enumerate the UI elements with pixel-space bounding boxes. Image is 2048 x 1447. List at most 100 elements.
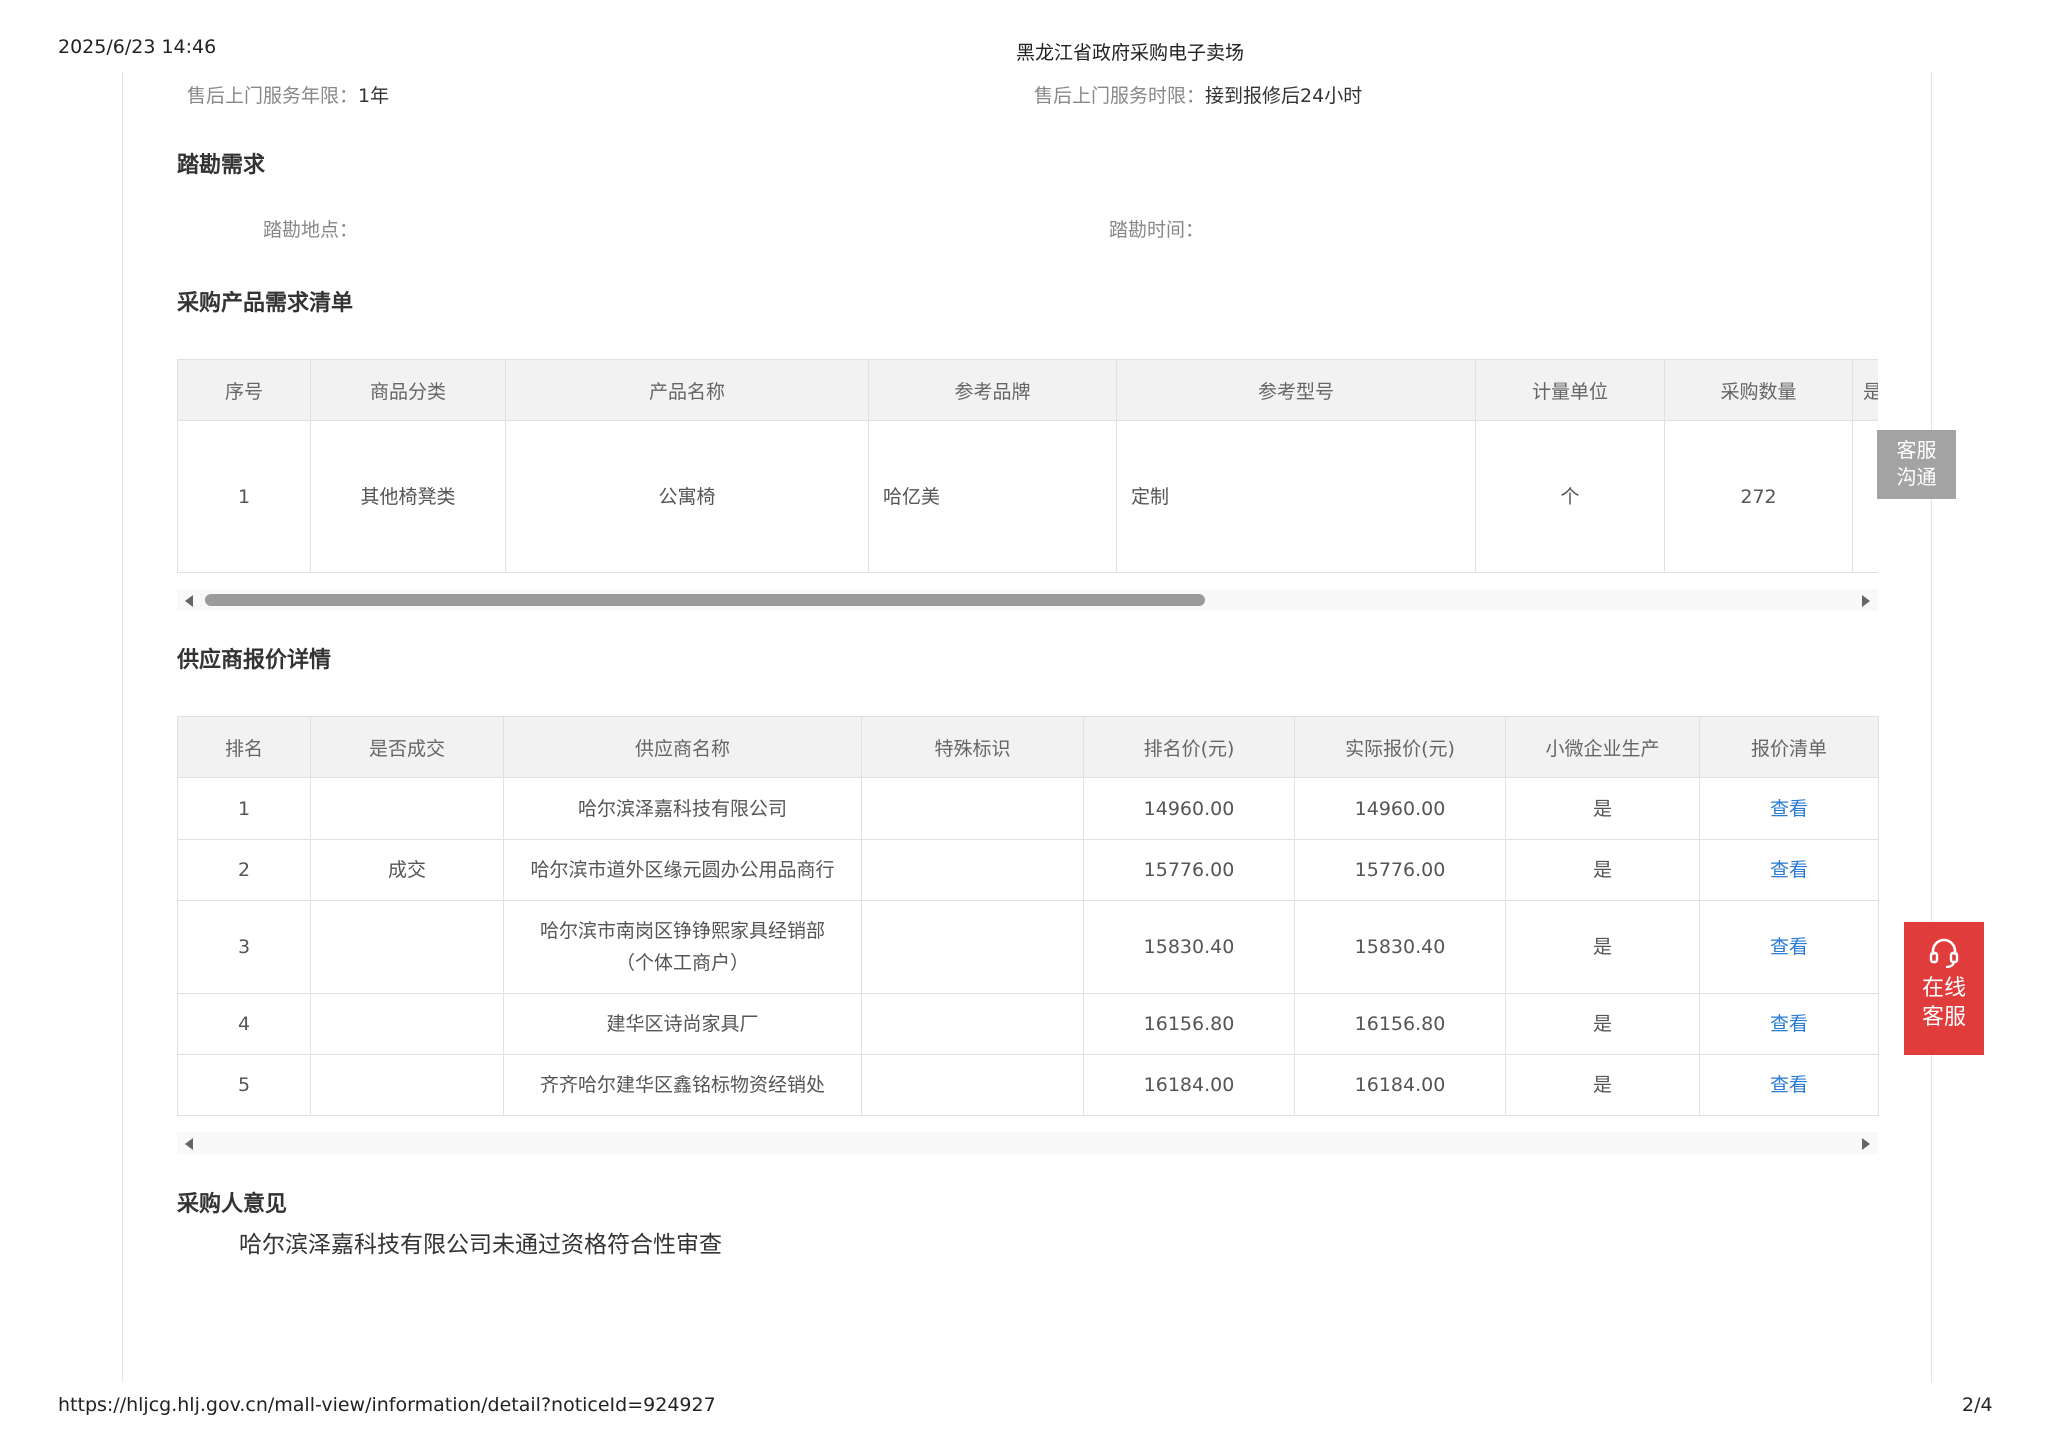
col-header-rank: 排名 bbox=[177, 716, 311, 778]
product-unit: 个 bbox=[1475, 420, 1665, 573]
col-header-product-name: 产品名称 bbox=[505, 359, 869, 421]
product-row: 1 其他椅凳类 公寓椅 哈亿美 定制 个 272 bbox=[177, 420, 1878, 573]
quote-deal bbox=[310, 777, 504, 840]
col-header-brand: 参考品牌 bbox=[868, 359, 1117, 421]
kefu-grey-line2: 沟通 bbox=[1896, 465, 1937, 489]
quote-row: 5 齐齐哈尔建华区鑫铭标物资经销处 16184.00 16184.00 是 查看 bbox=[177, 1054, 1879, 1116]
print-url: https://hljcg.hlj.gov.cn/mall-view/infor… bbox=[58, 1394, 716, 1416]
scroll-right-arrow-icon[interactable] bbox=[1862, 1138, 1870, 1150]
after-sales-years-value: 1年 bbox=[358, 85, 390, 107]
kefu-grey-line1: 客服 bbox=[1896, 438, 1937, 462]
quote-deal bbox=[310, 993, 504, 1055]
product-name: 公寓椅 bbox=[505, 420, 869, 573]
buyer-opinion-text: 哈尔滨泽嘉科技有限公司未通过资格符合性审查 bbox=[239, 1232, 722, 1258]
scroll-left-arrow-icon[interactable] bbox=[185, 1138, 193, 1150]
quote-small-enterprise: 是 bbox=[1505, 993, 1700, 1055]
col-header-special-flag: 特殊标识 bbox=[861, 716, 1084, 778]
product-table-scrollbar[interactable] bbox=[177, 589, 1878, 611]
col-header-model: 参考型号 bbox=[1116, 359, 1476, 421]
after-sales-years-label: 售后上门服务年限： bbox=[187, 85, 359, 107]
view-quote-link[interactable]: 查看 bbox=[1770, 859, 1808, 881]
quote-price: 15776.00 bbox=[1294, 839, 1506, 901]
view-quote-link[interactable]: 查看 bbox=[1770, 798, 1808, 820]
col-header-no: 序号 bbox=[177, 359, 311, 421]
quote-rank-price: 15830.40 bbox=[1083, 900, 1295, 994]
col-header-small-enterprise: 小微企业生产 bbox=[1505, 716, 1700, 778]
after-sales-time-value: 接到报修后24小时 bbox=[1205, 85, 1363, 107]
product-qty: 272 bbox=[1664, 420, 1853, 573]
quote-flag bbox=[861, 900, 1084, 994]
kefu-red-line1: 在线 bbox=[1921, 976, 1966, 1001]
product-truncated-cell bbox=[1852, 420, 1878, 573]
quote-small-enterprise: 是 bbox=[1505, 1054, 1700, 1116]
print-page-number: 2/4 bbox=[1962, 1394, 1993, 1416]
quote-rank: 3 bbox=[177, 900, 311, 994]
quote-row: 2 成交 哈尔滨市道外区缘元圆办公用品商行 15776.00 15776.00 … bbox=[177, 839, 1879, 901]
product-list-section-title: 采购产品需求清单 bbox=[177, 291, 354, 316]
quote-rank-price: 15776.00 bbox=[1083, 839, 1295, 901]
survey-location-label: 踏勘地点： bbox=[263, 219, 359, 241]
quote-rank: 4 bbox=[177, 993, 311, 1055]
quote-list-cell: 查看 bbox=[1699, 839, 1879, 901]
scroll-right-arrow-icon[interactable] bbox=[1862, 595, 1870, 607]
quote-list-cell: 查看 bbox=[1699, 900, 1879, 994]
quote-flag bbox=[861, 777, 1084, 840]
quote-supplier: 哈尔滨市南岗区铮铮熙家具经销部 （个体工商户） bbox=[503, 900, 862, 994]
scrollbar-thumb[interactable] bbox=[205, 594, 1205, 606]
product-model: 定制 bbox=[1116, 420, 1476, 573]
quote-list-cell: 查看 bbox=[1699, 1054, 1879, 1116]
quote-flag bbox=[861, 839, 1084, 901]
product-table-header-row: 序号 商品分类 产品名称 参考品牌 参考型号 计量单位 采购数量 是 bbox=[177, 359, 1878, 421]
quote-price: 16156.80 bbox=[1294, 993, 1506, 1055]
quotes-table-viewport: 排名 是否成交 供应商名称 特殊标识 排名价(元) 实际报价(元) 小微企业生产… bbox=[177, 716, 1880, 1116]
quote-rank: 1 bbox=[177, 777, 311, 840]
quote-small-enterprise: 是 bbox=[1505, 839, 1700, 901]
quote-price: 15830.40 bbox=[1294, 900, 1506, 994]
after-sales-time: 售后上门服务时限：接到报修后24小时 bbox=[1034, 81, 1362, 108]
quote-flag bbox=[861, 1054, 1084, 1116]
quote-price: 14960.00 bbox=[1294, 777, 1506, 840]
survey-location: 踏勘地点： bbox=[263, 215, 358, 242]
quote-row: 1 哈尔滨泽嘉科技有限公司 14960.00 14960.00 是 查看 bbox=[177, 777, 1879, 840]
quote-deal: 成交 bbox=[310, 839, 504, 901]
quote-row: 4 建华区诗尚家具厂 16156.80 16156.80 是 查看 bbox=[177, 993, 1879, 1055]
quotes-table-scrollbar[interactable] bbox=[177, 1132, 1878, 1154]
quote-supplier: 齐齐哈尔建华区鑫铭标物资经销处 bbox=[503, 1054, 862, 1116]
col-header-quote-list: 报价清单 bbox=[1699, 716, 1879, 778]
buyer-opinion-title: 采购人意见 bbox=[177, 1192, 288, 1217]
customer-service-chat-button[interactable]: 客服 沟通 bbox=[1877, 430, 1956, 499]
quotes-table: 排名 是否成交 供应商名称 特殊标识 排名价(元) 实际报价(元) 小微企业生产… bbox=[177, 716, 1879, 1116]
product-brand: 哈亿美 bbox=[868, 420, 1117, 573]
quote-row: 3 哈尔滨市南岗区铮铮熙家具经销部 （个体工商户） 15830.40 15830… bbox=[177, 900, 1879, 994]
quote-supplier-line1: 哈尔滨市南岗区铮铮熙家具经销部 bbox=[539, 920, 825, 942]
quote-supplier: 建华区诗尚家具厂 bbox=[503, 993, 862, 1055]
quote-rank: 2 bbox=[177, 839, 311, 901]
product-no: 1 bbox=[177, 420, 311, 573]
product-table: 序号 商品分类 产品名称 参考品牌 参考型号 计量单位 采购数量 是 1 其他椅… bbox=[177, 359, 1878, 573]
view-quote-link[interactable]: 查看 bbox=[1770, 1013, 1808, 1035]
view-quote-link[interactable]: 查看 bbox=[1770, 936, 1808, 958]
survey-time: 踏勘时间： bbox=[1109, 215, 1204, 242]
quote-deal bbox=[310, 900, 504, 994]
online-service-button[interactable]: 在线 客服 bbox=[1904, 922, 1984, 1055]
quotes-section-title: 供应商报价详情 bbox=[177, 648, 332, 673]
col-header-category: 商品分类 bbox=[310, 359, 506, 421]
print-page-title: 黑龙江省政府采购电子卖场 bbox=[1016, 42, 1245, 64]
col-header-deal: 是否成交 bbox=[310, 716, 504, 778]
kefu-red-line2: 客服 bbox=[1921, 1005, 1966, 1030]
quote-supplier-line2: （个体工商户） bbox=[615, 952, 749, 974]
survey-time-label: 踏勘时间： bbox=[1109, 219, 1205, 241]
quote-list-cell: 查看 bbox=[1699, 993, 1879, 1055]
quote-supplier: 哈尔滨市道外区缘元圆办公用品商行 bbox=[503, 839, 862, 901]
view-quote-link[interactable]: 查看 bbox=[1770, 1074, 1808, 1096]
scroll-left-arrow-icon[interactable] bbox=[185, 595, 193, 607]
quote-flag bbox=[861, 993, 1084, 1055]
col-header-actual-price: 实际报价(元) bbox=[1294, 716, 1506, 778]
after-sales-years: 售后上门服务年限：1年 bbox=[187, 81, 389, 108]
col-header-truncated: 是 bbox=[1852, 359, 1878, 421]
page-right-border bbox=[1931, 72, 1932, 1382]
quote-deal bbox=[310, 1054, 504, 1116]
col-header-unit: 计量单位 bbox=[1475, 359, 1665, 421]
quote-rank-price: 16156.80 bbox=[1083, 993, 1295, 1055]
headset-icon bbox=[1929, 938, 1959, 969]
